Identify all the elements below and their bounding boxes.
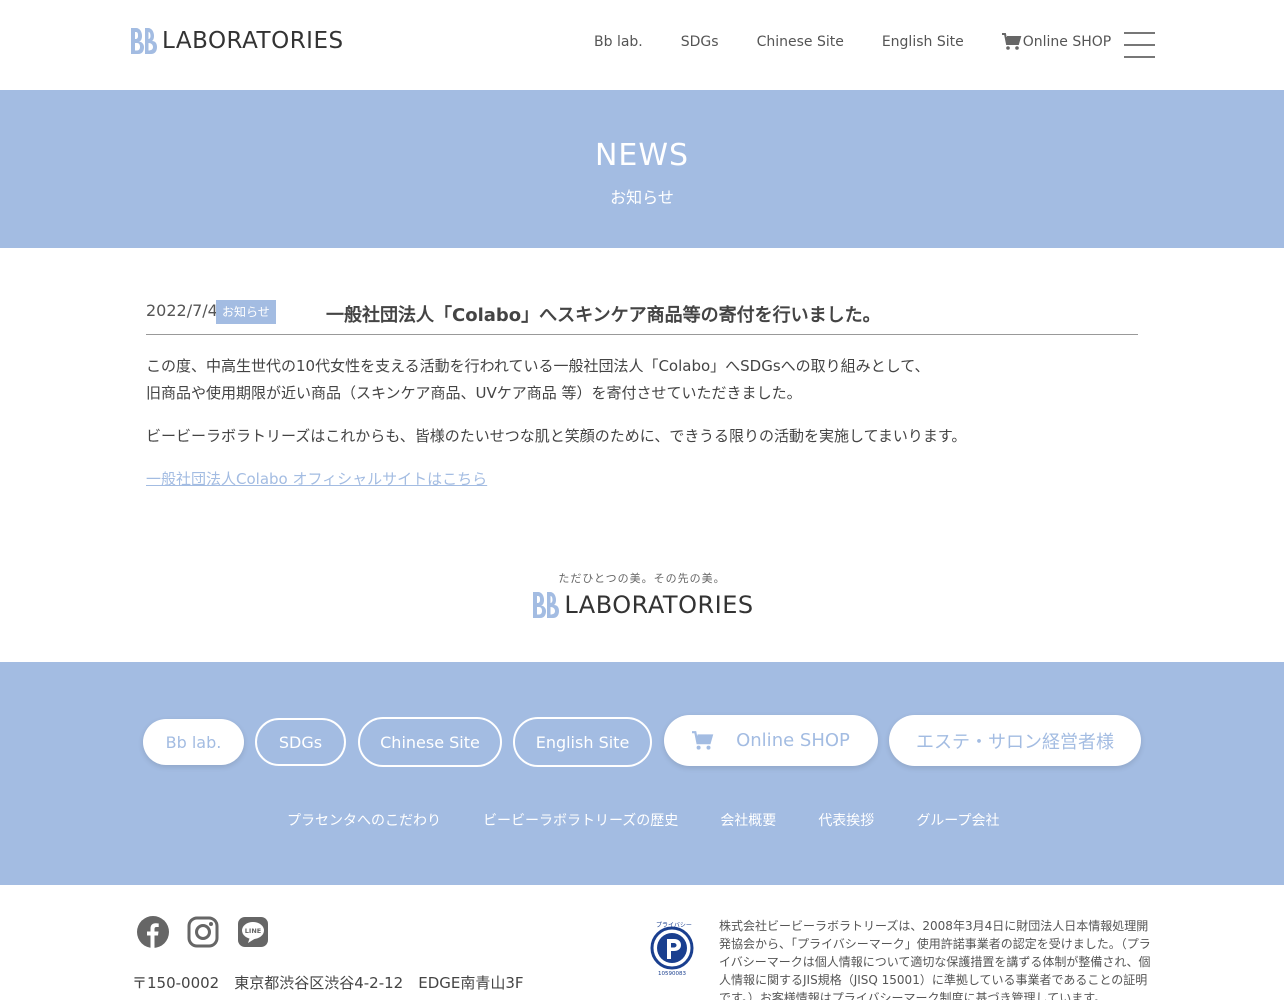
menu-icon[interactable] [1124, 32, 1155, 60]
footer-logo[interactable]: LABORATORIES [530, 590, 753, 620]
article-paragraph-1-line-1: この度、中高生世代の10代女性を支える活動を行われている一般社団法人「Colab… [146, 357, 930, 375]
site-header: LABORATORIES Bb lab. SDGs Chinese Site E… [0, 0, 1284, 90]
social-links: LINE [137, 916, 287, 948]
cart-icon [692, 730, 714, 750]
footer-button-sdgs[interactable]: SDGs [255, 718, 346, 766]
company-address: 〒150-0002 東京都渋谷区渋谷4-2-12 EDGE南青山3F [132, 974, 524, 992]
footer-online-shop-label: Online SHOP [736, 730, 850, 751]
privacy-mark-icon: プライバシー 10590083 [650, 922, 694, 977]
nav-item-online-shop[interactable]: Online SHOP [1001, 33, 1112, 51]
footer-link-greeting[interactable]: 代表挨拶 [818, 810, 874, 830]
footer-button-bblab[interactable]: Bb lab. [143, 719, 244, 765]
footer-button-salon[interactable]: エステ・サロン経営者様 [889, 715, 1141, 766]
main-nav: Bb lab. SDGs Chinese Site English Site O… [594, 33, 1111, 51]
nav-item-sdgs[interactable]: SDGs [681, 34, 719, 50]
online-shop-label: Online SHOP [1022, 34, 1112, 50]
category-badge: お知らせ [216, 300, 276, 324]
svg-text:10590083: 10590083 [658, 971, 686, 977]
facebook-icon[interactable] [137, 916, 169, 948]
footer-logo-text: LABORATORIES [564, 591, 754, 619]
article-body: この度、中高生世代の10代女性を支える活動を行われている一般社団法人「Colab… [146, 335, 1138, 493]
footer-link-history[interactable]: ビービーラボラトリーズの歴史 [483, 810, 678, 830]
bb-logo-mark-icon [533, 592, 560, 618]
bb-logo-mark-icon [131, 28, 157, 54]
page-title: NEWS [594, 138, 690, 173]
page-banner: NEWS お知らせ [0, 90, 1284, 248]
footer-link-company[interactable]: 会社概要 [720, 810, 776, 830]
nav-item-english-site[interactable]: English Site [882, 34, 964, 50]
article-header: 2022/7/4 お知らせ 一般社団法人「Colabo」へスキンケア商品等の寄付… [146, 296, 1138, 335]
footer-button-english-site[interactable]: English Site [513, 717, 652, 767]
footer-link-group[interactable]: グループ会社 [916, 810, 999, 830]
cart-icon [1001, 33, 1022, 50]
page-subtitle: お知らせ [610, 188, 674, 207]
news-article: 2022/7/4 お知らせ 一般社団法人「Colabo」へスキンケア商品等の寄付… [146, 296, 1138, 509]
footer-bottom: LINE 〒150-0002 東京都渋谷区渋谷4-2-12 EDGE南青山3F … [0, 885, 1284, 1000]
article-title: 一般社団法人「Colabo」へスキンケア商品等の寄付を行いました。 [326, 305, 881, 326]
svg-text:プライバシー: プライバシー [656, 922, 692, 929]
site-logo[interactable]: LABORATORIES [128, 26, 344, 56]
colabo-site-link[interactable]: 一般社団法人Colabo オフィシャルサイトはこちら [146, 470, 487, 488]
article-date: 2022/7/4 [146, 301, 218, 320]
article-paragraph-1-line-2: 旧商品や使用期限が近い商品（スキンケア商品、UVケア商品 等）を寄付させていただ… [146, 384, 802, 402]
svg-text:LINE: LINE [245, 927, 261, 935]
footer-links: プラセンタへのこだわり ビービーラボラトリーズの歴史 会社概要 代表挨拶 グルー… [287, 810, 1041, 830]
article-paragraph-1: この度、中高生世代の10代女性を支える活動を行われている一般社団法人「Colab… [146, 353, 1138, 407]
privacy-mark-text: 株式会社ビービーラボラトリーズは、2008年3月4日に財団法人日本情報処理開発協… [719, 919, 1151, 1000]
footer-nav: Bb lab. SDGs Chinese Site English Site O… [0, 662, 1284, 885]
nav-item-chinese-site[interactable]: Chinese Site [757, 34, 844, 50]
footer-tagline: ただひとつの美。その先の美。 [558, 572, 726, 585]
footer-button-online-shop[interactable]: Online SHOP [664, 715, 878, 766]
nav-item-bblab[interactable]: Bb lab. [594, 34, 643, 50]
instagram-icon[interactable] [187, 916, 219, 948]
footer-logo-block: ただひとつの美。その先の美。 LABORATORIES [0, 570, 1284, 624]
article-paragraph-2: ビービーラボラトリーズはこれからも、皆様のたいせつな肌と笑顔のために、できうる限… [146, 427, 967, 445]
footer-link-placenta[interactable]: プラセンタへのこだわり [287, 810, 441, 830]
footer-button-chinese-site[interactable]: Chinese Site [358, 717, 502, 767]
line-icon[interactable]: LINE [237, 916, 269, 948]
logo-text: LABORATORIES [162, 28, 344, 54]
